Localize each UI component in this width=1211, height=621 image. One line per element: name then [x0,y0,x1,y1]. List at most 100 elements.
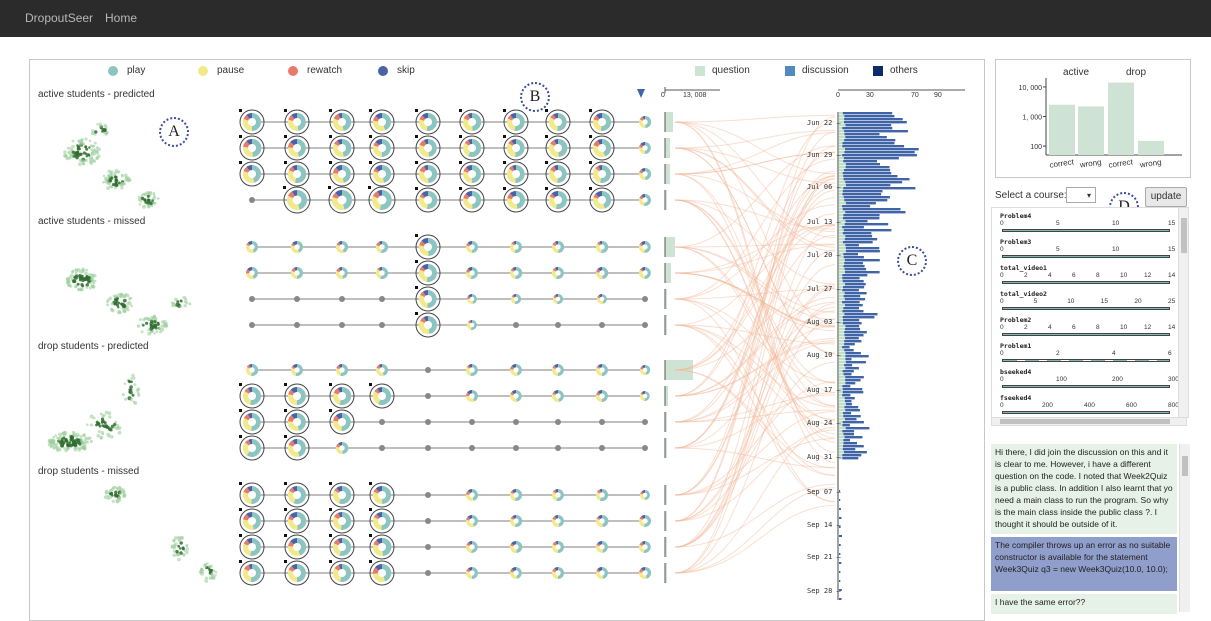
glyph-dot [599,322,605,328]
glyph-dot [599,419,605,425]
feature-list-scrollbar-thumb[interactable] [1181,218,1187,253]
date-label: Aug 10 – [807,351,841,359]
row-count-bar [665,138,670,158]
forum-post[interactable]: Hi there, I did join the discussion on t… [991,444,1177,534]
glyph-center [555,367,561,373]
pred-group-label: drop [1126,67,1146,78]
scatter-point [122,309,126,313]
glyph-marker [459,135,462,138]
hist-bar-sparse [839,517,842,519]
legend-label-skip: skip [397,65,415,76]
glyph-center [642,492,648,498]
feature-tick-label: 25 [1168,298,1176,305]
scatter-point [82,277,85,280]
feature-list-scrollbar[interactable] [1178,208,1188,417]
posts-scrollbar-thumb[interactable] [1182,456,1188,476]
forum-post[interactable]: The compiler throws up an error as no su… [991,537,1177,591]
hist-bar-question [839,229,844,232]
scatter-point [206,562,209,565]
glyph-center [597,195,607,205]
hist-bar-discussion [845,382,856,385]
scatter-point [111,170,114,173]
glyph-marker [239,534,242,537]
brand-link[interactable]: DropoutSeer [25,11,93,25]
glyph-marker [239,109,242,112]
glyph-center [555,518,561,524]
glyph-center [337,169,347,179]
hist-bar-discussion [842,346,850,349]
scatter-point [71,139,75,143]
glyph-center [555,492,561,498]
legend-label-pause: pause [217,65,245,76]
scatter-point [188,302,192,306]
feature-tick-label: 2 [1024,324,1028,331]
glyph-center [513,244,519,250]
glyph-marker [329,109,332,112]
glyph-center [379,244,385,250]
update-button[interactable]: update [1145,187,1187,207]
forum-post[interactable]: I have the same error?? [991,594,1177,614]
scatter-point [89,423,93,427]
feature-range-slider[interactable] [1002,411,1170,414]
hscroll-thumb[interactable] [1000,419,1170,424]
hist-bar-discussion [843,415,861,418]
scatter-point [82,269,85,272]
glyph-dot [555,419,561,425]
glyph-marker [283,186,286,189]
glyph-center [292,443,302,453]
hist-bar-discussion [843,196,890,199]
glyph-center [553,195,563,205]
glyph-center [294,367,300,373]
feature-tick-label: 10 [1112,220,1120,227]
glyph-marker [415,260,418,263]
hist-bar-sparse [839,562,842,564]
home-link[interactable]: Home [105,11,137,25]
glyph-marker [415,109,418,112]
scatter-point [123,182,126,186]
scatter-point [75,274,79,278]
hist-bar-discussion [842,172,892,175]
group-label-drop-predicted: drop students - predicted [38,341,149,352]
glyph-center [642,518,648,524]
feature-tick-label: 4 [1112,350,1116,357]
feature-range-slider[interactable] [1002,281,1170,284]
legend-label-rewatch: rewatch [307,65,343,76]
glyph-center [377,542,387,552]
scatter-point [208,565,212,569]
scatter-point [181,547,185,551]
legend-dot-play [108,66,118,76]
scatter-point [88,146,91,149]
scatter-point [94,130,98,134]
scatter-point [124,397,128,401]
scatter-point [122,490,126,494]
scatter-point [183,304,187,308]
feature-range-slider[interactable] [1002,307,1170,310]
glyph-dot [294,322,300,328]
date-label: Aug 03 – [807,318,841,326]
feature-name: Problem3 [1000,238,1032,246]
glyph-center [599,367,605,373]
scatter-point [154,320,157,324]
posts-scrollbar[interactable] [1179,444,1190,612]
feature-range-slider[interactable] [1002,333,1170,336]
feature-range-slider[interactable] [1002,255,1170,258]
scatter-point [93,141,97,145]
legend-square-others [873,66,883,76]
glyph-dot [469,419,475,425]
glyph-center [247,117,257,127]
scatter-point [122,298,127,303]
hist-bar-discussion [844,364,853,367]
hist-bar-question [839,373,844,376]
hist-bar-discussion [844,313,878,316]
feature-range-slider[interactable] [1002,359,1170,362]
feature-filter-panel: Select a course: ▾ update D Problem40510… [985,180,1205,430]
glyph-center [423,143,433,153]
feature-range-slider[interactable] [1002,385,1170,388]
feature-range-slider[interactable] [1002,229,1170,232]
feature-list-hscrollbar[interactable] [991,417,1187,426]
course-select[interactable]: ▾ [1066,187,1096,203]
hist-bar-discussion [843,256,864,259]
scatter-point [110,491,113,495]
glyph-center [642,570,648,576]
hist-bar-discussion [845,163,880,166]
